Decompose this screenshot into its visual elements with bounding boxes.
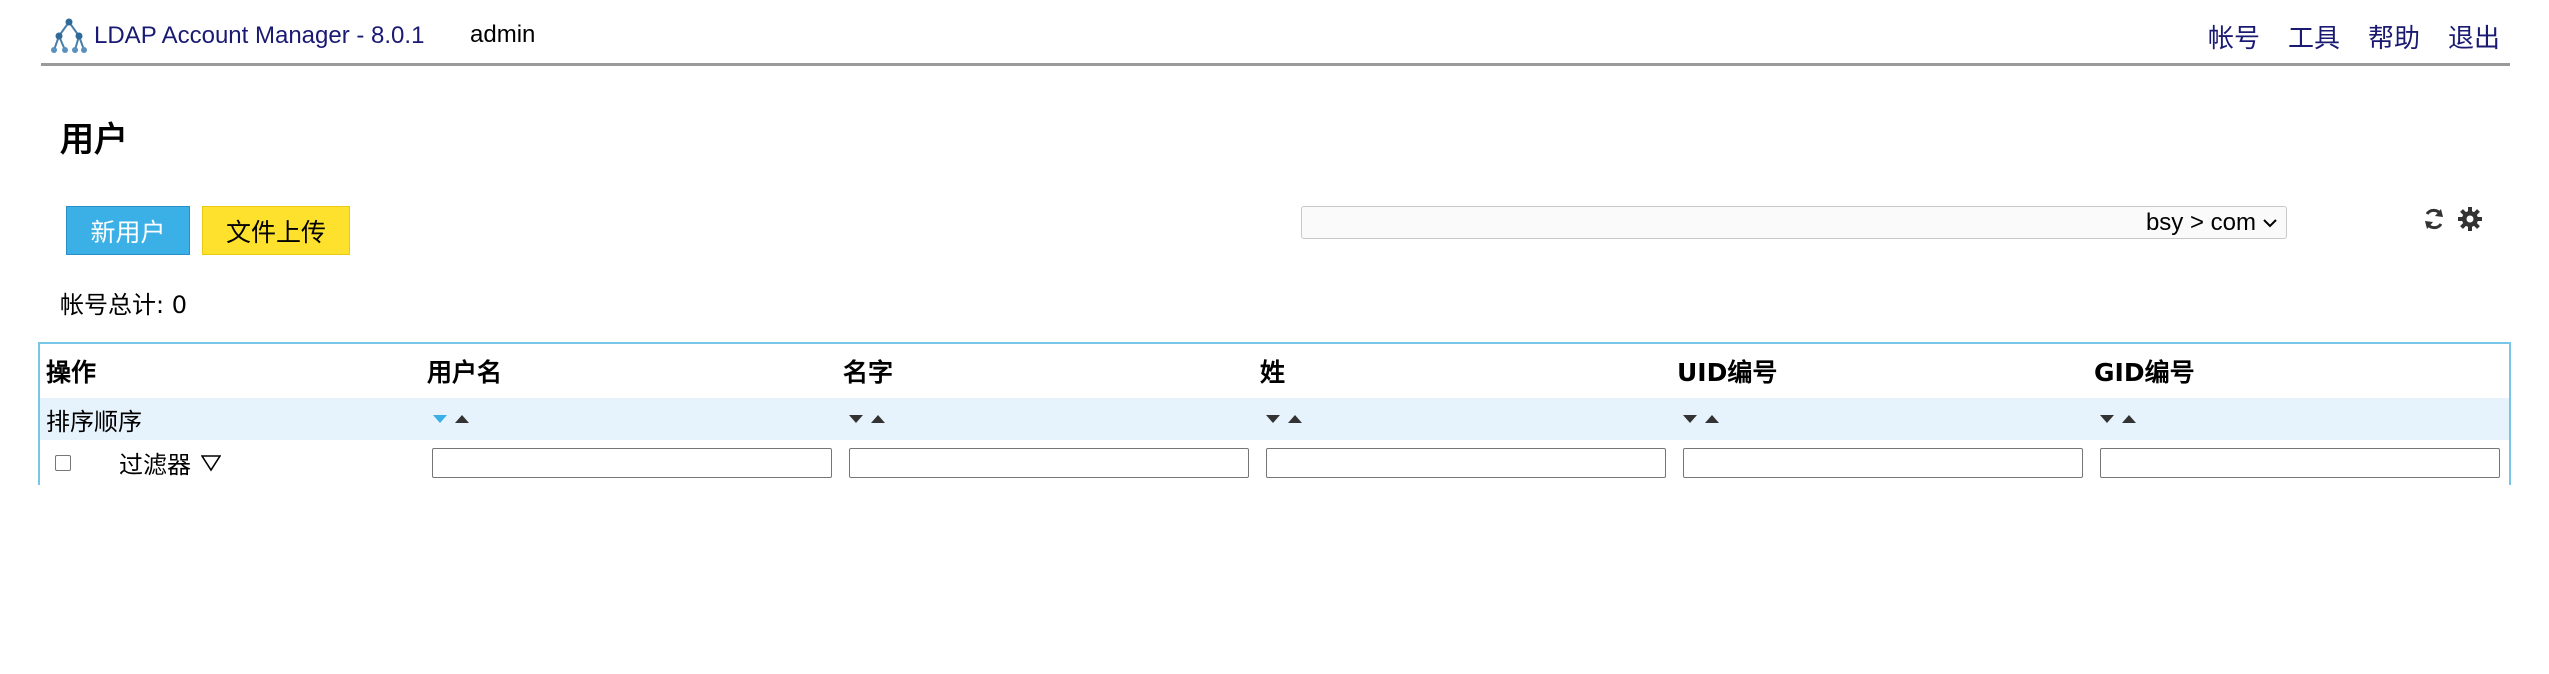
- table-header-row: 操作 用户名 名字 姓 UID编号 GID编号: [40, 344, 2509, 398]
- column-header-given-name: 名字: [843, 358, 894, 387]
- select-all-checkbox[interactable]: [55, 454, 71, 471]
- filter-input-uid[interactable]: [1683, 447, 2083, 478]
- menu-logout[interactable]: 退出: [2448, 18, 2500, 55]
- filter-input-surname[interactable]: [1266, 447, 1666, 478]
- chevron-down-icon: [2263, 218, 2277, 227]
- suffix-select[interactable]: bsy > com: [1301, 206, 2287, 239]
- filter-row: 过滤器: [40, 440, 2509, 485]
- home-link[interactable]: LDAP Account Manager - 8.0.1: [51, 18, 424, 54]
- filter-input-username[interactable]: [432, 447, 832, 478]
- column-header-surname: 姓: [1260, 358, 1286, 387]
- sort-ascending-icon[interactable]: [1288, 414, 1302, 424]
- column-header-actions: 操作: [46, 358, 97, 387]
- page-title: 用户: [60, 120, 128, 160]
- filter-input-given-name[interactable]: [849, 447, 1249, 478]
- sort-descending-icon[interactable]: [849, 414, 863, 424]
- gear-icon[interactable]: [2457, 206, 2483, 232]
- sort-descending-icon[interactable]: [1266, 414, 1280, 424]
- ldap-tree-icon: [51, 18, 87, 53]
- sort-uid: [1683, 398, 1719, 440]
- column-header-username: 用户名: [427, 358, 503, 387]
- sort-descending-icon[interactable]: [1683, 414, 1697, 424]
- filter-button-label[interactable]: 过滤器: [119, 445, 191, 480]
- sort-given-name: [849, 398, 885, 440]
- sort-ascending-icon[interactable]: [2122, 414, 2136, 424]
- sort-ascending-icon[interactable]: [871, 414, 885, 424]
- logged-in-user: admin: [470, 21, 536, 48]
- sort-descending-icon[interactable]: [2100, 414, 2114, 424]
- new-user-button[interactable]: 新用户: [66, 206, 190, 255]
- file-upload-button[interactable]: 文件上传: [202, 206, 350, 255]
- refresh-icon[interactable]: [2421, 206, 2447, 232]
- filter-input-gid[interactable]: [2100, 447, 2500, 478]
- app-title[interactable]: LDAP Account Manager - 8.0.1: [94, 22, 424, 50]
- column-header-uid: UID编号: [1677, 358, 1778, 387]
- menu-tools[interactable]: 工具: [2288, 18, 2340, 55]
- funnel-icon[interactable]: [201, 454, 221, 472]
- sort-ascending-icon[interactable]: [455, 414, 469, 424]
- filter-control-cell: 过滤器: [55, 440, 221, 485]
- sort-label-cell: 排序顺序: [46, 398, 142, 440]
- column-header-gid: GID编号: [2094, 358, 2195, 387]
- menu-help[interactable]: 帮助: [2368, 18, 2420, 55]
- sort-row: 排序顺序: [40, 398, 2509, 440]
- sort-ascending-icon[interactable]: [1705, 414, 1719, 424]
- account-list-table: 操作 用户名 名字 姓 UID编号 GID编号 排序顺序 过滤器: [38, 342, 2511, 485]
- sort-gid: [2100, 398, 2136, 440]
- sort-username: [433, 398, 469, 440]
- suffix-selected-value: bsy > com: [2145, 208, 2256, 236]
- top-menu: 帐号 工具 帮助 退出: [2208, 18, 2500, 55]
- sort-surname: [1266, 398, 1302, 440]
- menu-accounts[interactable]: 帐号: [2208, 18, 2260, 55]
- sort-descending-icon[interactable]: [433, 414, 447, 424]
- account-count: 帐号总计: 0: [60, 291, 187, 319]
- top-navigation-bar: LDAP Account Manager - 8.0.1 admin 帐号 工具…: [41, 0, 2510, 66]
- sort-label: 排序顺序: [46, 407, 142, 436]
